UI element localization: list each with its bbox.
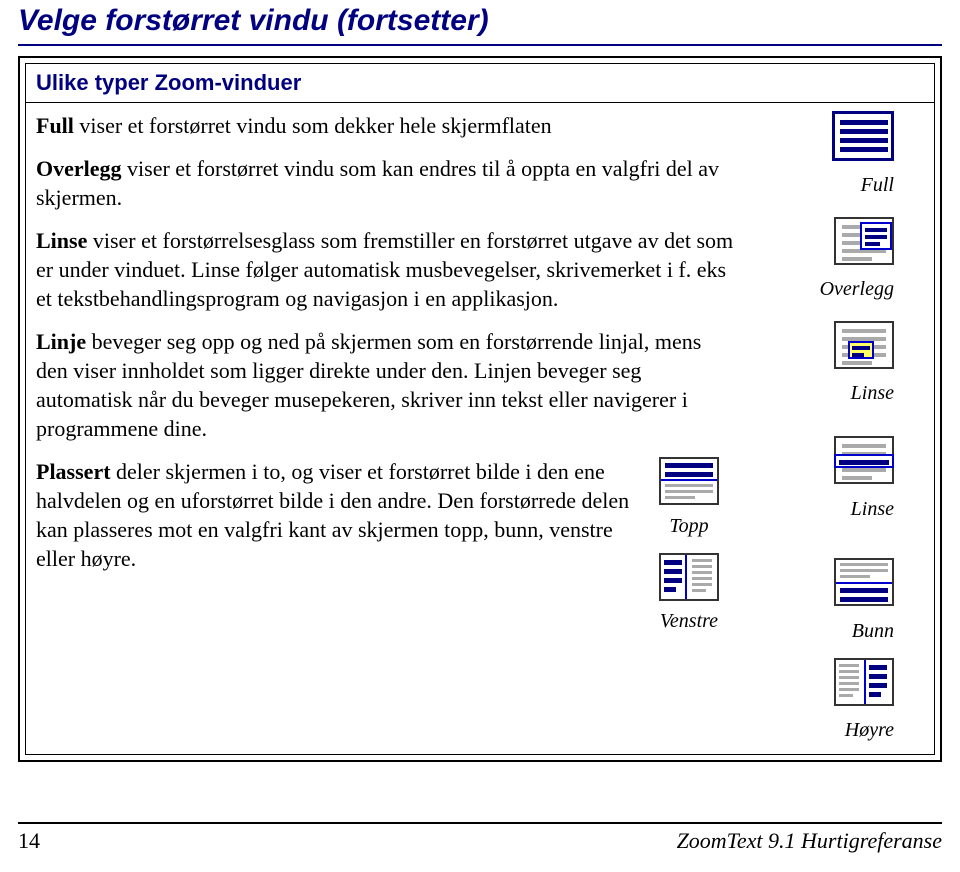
lead-linje: Linje: [36, 329, 86, 354]
content-frame-outer: Ulike typer Zoom-vinduer Full viser et f…: [18, 56, 942, 762]
page-title: Velge forstørret vindu (fortsetter): [18, 0, 942, 46]
linse-icon: [834, 321, 894, 369]
caption-full: Full: [744, 172, 894, 198]
plassert-inline-icons: Topp Venstre: [644, 457, 734, 635]
text-linje: beveger seg opp og ned på skjermen som e…: [36, 329, 701, 441]
text-overlegg: viser et forstørret vindu som kan endres…: [36, 156, 719, 210]
para-full: Full viser et forstørret vindu som dekke…: [36, 111, 734, 140]
lead-linse: Linse: [36, 228, 87, 253]
para-linje: Linje beveger seg opp og ned på skjermen…: [36, 327, 734, 443]
full-icon: [832, 111, 894, 161]
caption-overlegg: Overlegg: [744, 276, 894, 302]
hoyre-icon: [834, 658, 894, 706]
caption-linse2: Linse: [744, 496, 894, 522]
page-number: 14: [18, 828, 40, 854]
caption-linse1: Linse: [744, 380, 894, 406]
caption-hoyre: Høyre: [744, 717, 894, 743]
text-linse: viser et forstørrelsesglass som fremstil…: [36, 228, 733, 311]
page-footer: 14 ZoomText 9.1 Hurtigreferanse: [18, 822, 942, 854]
doc-name: ZoomText 9.1 Hurtigreferanse: [677, 828, 942, 854]
text-column: Full viser et forstørret vindu som dekke…: [36, 111, 744, 744]
caption-bunn: Bunn: [744, 618, 894, 644]
text-plassert: deler skjermen i to, og viser et forstør…: [36, 459, 629, 571]
overlegg-icon: [834, 217, 894, 265]
bunn-icon: [834, 558, 894, 606]
lead-plassert: Plassert: [36, 459, 111, 484]
topp-icon: [659, 457, 719, 505]
text-full: viser et forstørret vindu som dekker hel…: [74, 113, 552, 138]
para-plassert: Plassert deler skjermen i to, og viser e…: [36, 457, 634, 635]
para-linse: Linse viser et forstørrelsesglass som fr…: [36, 226, 734, 313]
section-heading: Ulike typer Zoom-vinduer: [26, 64, 934, 103]
linje-icon: [834, 436, 894, 484]
lead-full: Full: [36, 113, 74, 138]
content-frame-inner: Ulike typer Zoom-vinduer Full viser et f…: [25, 63, 935, 755]
caption-topp: Topp: [644, 513, 734, 539]
para-overlegg: Overlegg viser et forstørret vindu som k…: [36, 154, 734, 212]
caption-venstre: Venstre: [644, 608, 734, 634]
lead-overlegg: Overlegg: [36, 156, 122, 181]
icon-column: Full Overlegg Linse: [744, 111, 924, 744]
venstre-icon: [659, 553, 719, 601]
